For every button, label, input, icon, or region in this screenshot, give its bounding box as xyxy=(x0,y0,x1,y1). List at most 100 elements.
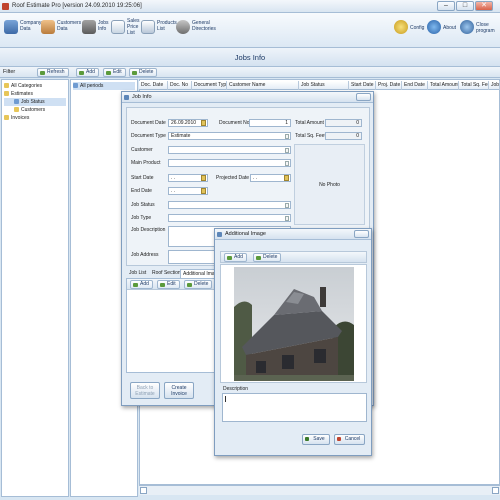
document-type-field[interactable]: Estimate xyxy=(168,132,291,140)
customers-data-label: Customers Data xyxy=(57,20,82,32)
calendar-icon[interactable] xyxy=(201,188,206,194)
minimize-button[interactable]: – xyxy=(437,1,455,11)
calendar-icon[interactable] xyxy=(201,120,206,126)
job-description-label: Job Description xyxy=(131,227,166,233)
filter-bar: Filter Refresh Add Edit Delete xyxy=(0,67,500,78)
tree-label: All Categories xyxy=(11,83,43,89)
description-label: Description xyxy=(223,386,249,392)
folder-icon xyxy=(4,83,9,88)
sales-price-list-button[interactable]: Sales Price List xyxy=(111,18,140,44)
tree-label: Estimates xyxy=(11,91,33,97)
about-button[interactable]: About xyxy=(427,18,457,44)
sub-add-button[interactable]: Add xyxy=(130,280,153,289)
col-doc-date[interactable]: Doc. Date xyxy=(139,81,168,90)
image-add-button[interactable]: Add xyxy=(224,253,247,262)
end-date-value: . . xyxy=(171,188,176,194)
folder-icon xyxy=(14,107,19,112)
end-date-field[interactable]: . . xyxy=(168,187,208,195)
general-directories-button[interactable]: General Directories xyxy=(176,18,220,44)
main-product-label: Main Product xyxy=(131,160,161,166)
image-toolbar: Add Delete xyxy=(220,251,367,263)
scroll-left-arrow[interactable] xyxy=(140,487,147,494)
description-input[interactable] xyxy=(222,393,367,422)
info-icon xyxy=(427,20,441,34)
lookup-icon[interactable] xyxy=(285,216,289,221)
products-icon xyxy=(141,20,155,34)
col-total-sq-feet[interactable]: Total Sq. Feet xyxy=(459,81,489,90)
scroll-right-arrow[interactable] xyxy=(492,487,499,494)
config-label: Config xyxy=(410,25,425,31)
tree-item-estimates[interactable]: Estimates xyxy=(4,90,66,98)
customer-field[interactable] xyxy=(168,146,291,154)
main-product-field[interactable] xyxy=(168,159,291,167)
tree-item-invoices[interactable]: Invoices xyxy=(4,114,66,122)
dropdown-icon[interactable] xyxy=(285,134,289,139)
add-button[interactable]: Add xyxy=(76,68,99,77)
edit-button[interactable]: Edit xyxy=(103,68,126,77)
delete-button[interactable]: Delete xyxy=(129,68,158,77)
company-data-button[interactable]: Company Data xyxy=(4,18,41,44)
calendar-icon[interactable] xyxy=(201,175,206,181)
job-info-close-button[interactable] xyxy=(356,93,371,101)
document-date-field[interactable]: 26.09.2010 xyxy=(168,119,208,127)
refresh-button[interactable]: Refresh xyxy=(37,68,69,77)
customers-icon xyxy=(41,20,55,34)
sub-delete-button[interactable]: Delete xyxy=(184,280,213,289)
col-end-date[interactable]: End Date xyxy=(402,81,428,90)
maximize-button[interactable]: □ xyxy=(456,1,474,11)
document-date-label: Document Date xyxy=(131,120,166,126)
close-window-button[interactable]: ✕ xyxy=(475,1,493,11)
job-type-field[interactable] xyxy=(168,214,291,222)
col-doc-no[interactable]: Doc. No xyxy=(168,81,192,90)
document-no-field[interactable]: 1 xyxy=(249,119,291,127)
products-list-button[interactable]: Products List xyxy=(141,18,177,44)
general-directories-label: General Directories xyxy=(192,20,216,32)
period-item-all[interactable]: All periods xyxy=(73,82,135,90)
col-total-amount[interactable]: Total Amount xyxy=(428,81,459,90)
jobs-info-button[interactable]: Jobs Info xyxy=(82,18,110,44)
customer-label: Customer xyxy=(131,147,153,153)
image-delete-button[interactable]: Delete xyxy=(253,253,282,262)
power-icon xyxy=(460,20,474,34)
folder-icon xyxy=(4,115,9,120)
close-program-button[interactable]: Close program xyxy=(460,18,498,44)
col-document-type[interactable]: Document Type xyxy=(192,81,227,90)
col-start-date[interactable]: Start Date xyxy=(349,81,376,90)
page-title: Jobs Info xyxy=(0,48,500,67)
tree-item-job-status[interactable]: Job Status xyxy=(4,98,66,106)
cancel-icon xyxy=(337,437,341,441)
tree-label: Invoices xyxy=(11,115,30,121)
config-icon xyxy=(394,20,408,34)
horizontal-scrollbar[interactable] xyxy=(139,485,500,495)
main-toolbar: Company Data Customers Data Jobs Info Sa… xyxy=(0,13,500,48)
total-amount-label: Total Amount xyxy=(295,120,324,126)
start-date-field[interactable]: . . xyxy=(168,174,208,182)
customers-data-button[interactable]: Customers Data xyxy=(41,18,82,44)
products-list-label: Products List xyxy=(157,20,177,32)
back-to-estimate-button[interactable]: Back to Estimate xyxy=(130,382,160,399)
create-invoice-button[interactable]: Create Invoice xyxy=(164,382,194,399)
col-customer-name[interactable]: Customer Name xyxy=(227,81,299,90)
tab-job-list[interactable]: Job List xyxy=(127,269,148,278)
col-proj-date[interactable]: Proj. Date xyxy=(376,81,402,90)
lookup-icon[interactable] xyxy=(285,148,289,153)
projected-date-field[interactable]: . . xyxy=(250,174,291,182)
col-job-status[interactable]: Job Status xyxy=(299,81,349,90)
sub-edit-button[interactable]: Edit xyxy=(157,280,180,289)
job-status-field[interactable] xyxy=(168,201,291,209)
tree-item-customers[interactable]: Customers xyxy=(4,106,66,114)
calendar-icon[interactable] xyxy=(284,175,289,181)
config-button[interactable]: Config xyxy=(394,18,424,44)
jobs-info-label: Jobs Info xyxy=(98,20,109,32)
sales-icon xyxy=(111,20,125,34)
additional-image-close-button[interactable] xyxy=(354,230,369,238)
lookup-icon[interactable] xyxy=(285,203,289,208)
image-preview-frame xyxy=(220,264,367,383)
photo-placeholder: No Photo xyxy=(294,144,365,225)
projected-date-value: . . xyxy=(253,175,258,181)
tree-item-all-categories[interactable]: All Categories xyxy=(4,82,66,90)
folder-icon xyxy=(4,91,9,96)
col-job-address[interactable]: Job Ad xyxy=(489,81,500,90)
window-titlebar: Roof Estimate Pro [version 24.09.2010 19… xyxy=(0,0,500,13)
lookup-icon[interactable] xyxy=(285,161,289,166)
